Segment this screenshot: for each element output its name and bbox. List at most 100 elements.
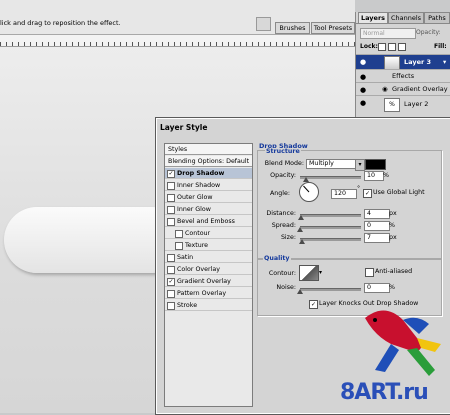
style-item-drop-shadow[interactable]: ✓ Drop Shadow bbox=[165, 168, 252, 179]
style-item-checkbox[interactable] bbox=[167, 218, 175, 226]
blend-mode-label: Blend Mode: bbox=[264, 160, 304, 167]
palette-well-icon[interactable] bbox=[256, 17, 271, 31]
size-label: Size: bbox=[280, 234, 296, 241]
layer-thumbnail bbox=[384, 56, 400, 70]
style-item-inner-shadow[interactable]: Inner Shadow bbox=[165, 180, 252, 191]
layer-opacity-label: Opacity: bbox=[416, 29, 441, 36]
tab-brushes[interactable]: Brushes bbox=[275, 22, 310, 34]
style-item-satin[interactable]: Satin bbox=[165, 252, 252, 263]
opacity-label: Opacity: bbox=[270, 172, 296, 179]
effects-label: Effects bbox=[392, 72, 415, 80]
shadow-color-swatch[interactable] bbox=[365, 159, 386, 170]
style-item-label: Inner Shadow bbox=[177, 182, 221, 189]
use-global-light-label: Use Global Light bbox=[373, 189, 425, 196]
lock-transparency-icon[interactable] bbox=[378, 43, 386, 51]
knockout-checkbox[interactable]: ✓ bbox=[309, 300, 318, 309]
style-item-checkbox[interactable] bbox=[167, 266, 175, 274]
chevron-down-icon[interactable]: ▾ bbox=[355, 159, 365, 171]
distance-slider-knob[interactable] bbox=[298, 215, 305, 220]
contour-preview[interactable] bbox=[299, 265, 319, 281]
size-slider-track[interactable] bbox=[300, 238, 361, 241]
style-item-stroke[interactable]: Stroke bbox=[165, 300, 252, 311]
distance-slider-track[interactable] bbox=[300, 214, 361, 217]
style-item-label: Drop Shadow bbox=[177, 170, 225, 177]
distance-field[interactable]: 4 bbox=[364, 209, 390, 219]
blend-mode-select[interactable]: Multiply bbox=[306, 159, 360, 169]
horizontal-ruler bbox=[0, 35, 355, 47]
style-item-checkbox[interactable] bbox=[175, 230, 183, 238]
spread-label: Spread: bbox=[271, 222, 296, 229]
noise-field[interactable]: 0 bbox=[364, 283, 390, 293]
layer-name: Layer 3 bbox=[404, 58, 431, 66]
lock-position-icon[interactable] bbox=[398, 43, 406, 51]
layer-row-layer3[interactable]: ● Layer 3 ▾ bbox=[356, 54, 450, 70]
style-item-checkbox[interactable]: ✓ bbox=[167, 278, 175, 286]
noise-slider-knob[interactable] bbox=[297, 289, 303, 294]
angle-field[interactable]: 120 bbox=[331, 189, 357, 199]
layer-thumbnail: % bbox=[384, 98, 400, 112]
parrot-logo-icon bbox=[365, 310, 441, 376]
size-slider-knob[interactable] bbox=[298, 239, 305, 244]
styles-list: Styles Blending Options: Default ✓ Drop S… bbox=[164, 143, 253, 407]
spread-slider-knob[interactable] bbox=[297, 227, 303, 232]
eye-icon[interactable]: ● bbox=[358, 72, 368, 82]
style-item-checkbox[interactable] bbox=[167, 182, 175, 190]
style-item-checkbox[interactable] bbox=[167, 302, 175, 310]
eye-icon[interactable]: ● bbox=[358, 98, 368, 108]
style-item-label: Pattern Overlay bbox=[177, 290, 227, 297]
layer-effects-row: ● Effects bbox=[356, 69, 450, 82]
style-item-checkbox[interactable] bbox=[167, 194, 175, 202]
fill-label: Fill: bbox=[434, 43, 447, 50]
blending-options-item[interactable]: Blending Options: Default bbox=[165, 156, 252, 167]
style-item-checkbox[interactable]: ✓ bbox=[167, 170, 175, 178]
style-item-checkbox[interactable] bbox=[167, 206, 175, 214]
dialog-title: Layer Style bbox=[160, 123, 208, 132]
chevron-down-icon[interactable]: ▾ bbox=[319, 269, 322, 276]
layer-row-layer2[interactable]: ● % Layer 2 bbox=[356, 95, 450, 112]
size-field[interactable]: 7 bbox=[364, 233, 390, 243]
size-unit: px bbox=[389, 234, 397, 241]
noise-unit: % bbox=[389, 284, 395, 291]
style-item-checkbox[interactable] bbox=[167, 254, 175, 262]
layer-effect-gradient-row[interactable]: ● ◉ Gradient Overlay bbox=[356, 82, 450, 95]
style-item-label: Outer Glow bbox=[177, 194, 213, 201]
lock-pixels-icon[interactable] bbox=[388, 43, 396, 51]
style-item-checkbox[interactable] bbox=[175, 242, 183, 250]
structure-title: Structure bbox=[265, 148, 301, 155]
eye-icon[interactable]: ● bbox=[358, 57, 368, 67]
spread-field[interactable]: 0 bbox=[364, 221, 390, 231]
site-watermark: 8ART.ru bbox=[340, 380, 429, 405]
anti-aliased-label: Anti-aliased bbox=[375, 268, 413, 275]
anti-aliased-checkbox[interactable] bbox=[365, 268, 374, 277]
noise-slider-track[interactable] bbox=[300, 288, 361, 291]
style-item-gradient-overlay[interactable]: ✓ Gradient Overlay bbox=[165, 276, 252, 287]
styles-header[interactable]: Styles bbox=[165, 144, 252, 155]
style-item-label: Stroke bbox=[177, 302, 198, 309]
style-item-pattern-overlay[interactable]: Pattern Overlay bbox=[165, 288, 252, 299]
style-item-contour[interactable]: Contour bbox=[165, 228, 252, 239]
style-item-label: Texture bbox=[185, 242, 209, 249]
noise-label: Noise: bbox=[276, 284, 296, 291]
layer-blend-mode-select[interactable]: Normal bbox=[360, 28, 416, 39]
style-item-inner-glow[interactable]: Inner Glow bbox=[165, 204, 252, 215]
opacity-field[interactable]: 10 bbox=[364, 171, 384, 181]
opacity-slider-track[interactable] bbox=[300, 176, 361, 179]
style-item-outer-glow[interactable]: Outer Glow bbox=[165, 192, 252, 203]
style-item-checkbox[interactable] bbox=[167, 290, 175, 298]
use-global-light-checkbox[interactable]: ✓ bbox=[363, 189, 372, 198]
angle-dial[interactable] bbox=[299, 182, 319, 202]
style-item-bevel-and-emboss[interactable]: Bevel and Emboss bbox=[165, 216, 252, 227]
style-item-label: Satin bbox=[177, 254, 194, 261]
style-item-label: Color Overlay bbox=[177, 266, 220, 273]
style-item-color-overlay[interactable]: Color Overlay bbox=[165, 264, 252, 275]
spread-slider-track[interactable] bbox=[300, 226, 361, 229]
effect-icon: ◉ bbox=[382, 85, 388, 93]
tab-tool-presets[interactable]: Tool Presets bbox=[311, 22, 355, 34]
layer-name: Layer 2 bbox=[404, 100, 429, 108]
distance-label: Distance: bbox=[266, 210, 296, 217]
eye-icon[interactable]: ● bbox=[358, 85, 368, 95]
tab-divider bbox=[356, 23, 450, 24]
opacity-unit: % bbox=[383, 172, 389, 179]
effects-expand-icon[interactable]: ▾ bbox=[443, 58, 446, 66]
style-item-texture[interactable]: Texture bbox=[165, 240, 252, 251]
